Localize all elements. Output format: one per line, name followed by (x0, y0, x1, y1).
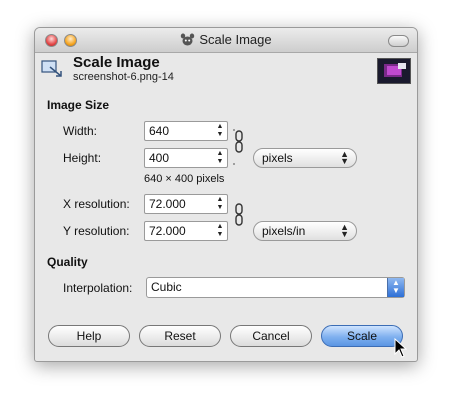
mouse-pointer-icon (394, 338, 408, 358)
window-title: Scale Image (35, 32, 417, 47)
interpolation-label: Interpolation: (63, 281, 133, 295)
cancel-button[interactable]: Cancel (230, 325, 312, 347)
scale-image-icon (41, 60, 62, 77)
interpolation-combo[interactable]: Cubic ▲ ▼ (146, 277, 405, 298)
title-bar[interactable]: Scale Image (35, 28, 417, 53)
height-value: 400 (149, 151, 170, 165)
x-resolution-stepper-arrows[interactable]: ▲ ▼ (215, 196, 225, 212)
window-title-text: Scale Image (199, 32, 272, 47)
image-size-heading: Image Size (47, 98, 110, 112)
thumbnail-preview-icon (378, 59, 410, 83)
scale-image-dialog: Scale Image Scale Image screenshot-6.png… (34, 27, 418, 362)
height-label: Height: (63, 151, 102, 165)
x-resolution-value: 72.000 (149, 197, 186, 211)
height-spinbutton[interactable]: 400 ▲ ▼ (144, 148, 228, 168)
width-value: 640 (149, 124, 170, 138)
resolution-chain-link-icon[interactable] (233, 202, 245, 238)
updown-caret-icon: ▲ ▼ (340, 149, 349, 166)
width-spinbutton[interactable]: 640 ▲ ▼ (144, 121, 228, 141)
dialog-heading: Scale Image (73, 54, 160, 71)
width-label: Width: (63, 124, 98, 138)
chain-link-icon[interactable] (233, 129, 245, 165)
help-button[interactable]: Help (48, 325, 130, 347)
resolution-unit-select[interactable]: pixels/in ▲ ▼ (253, 221, 357, 241)
size-unit-value: pixels (262, 151, 293, 165)
y-resolution-spinbutton[interactable]: 72.000 ▲ ▼ (144, 221, 228, 241)
size-summary: 640 × 400 pixels (144, 173, 225, 185)
scale-button[interactable]: Scale (321, 325, 403, 347)
y-resolution-stepper-arrows[interactable]: ▲ ▼ (215, 223, 225, 239)
size-unit-select[interactable]: pixels ▲ ▼ (253, 148, 357, 168)
gimp-logo-icon (181, 33, 195, 46)
quality-heading: Quality (47, 255, 88, 269)
y-resolution-value: 72.000 (149, 224, 186, 238)
updown-caret-icon: ▲ ▼ (340, 222, 349, 239)
width-stepper-arrows[interactable]: ▲ ▼ (215, 123, 225, 139)
x-resolution-spinbutton[interactable]: 72.000 ▲ ▼ (144, 194, 228, 214)
x-resolution-label: X resolution: (63, 197, 130, 211)
y-resolution-label: Y resolution: (63, 224, 130, 238)
image-thumbnail (377, 58, 411, 84)
updown-caret-icon[interactable]: ▲ ▼ (387, 278, 404, 297)
reset-button[interactable]: Reset (139, 325, 221, 347)
height-stepper-arrows[interactable]: ▲ ▼ (215, 150, 225, 166)
image-name: screenshot-6.png-14 (73, 71, 174, 83)
resolution-unit-value: pixels/in (262, 224, 306, 238)
toolbar-toggle-button[interactable] (388, 35, 409, 47)
interpolation-value: Cubic (151, 280, 182, 294)
